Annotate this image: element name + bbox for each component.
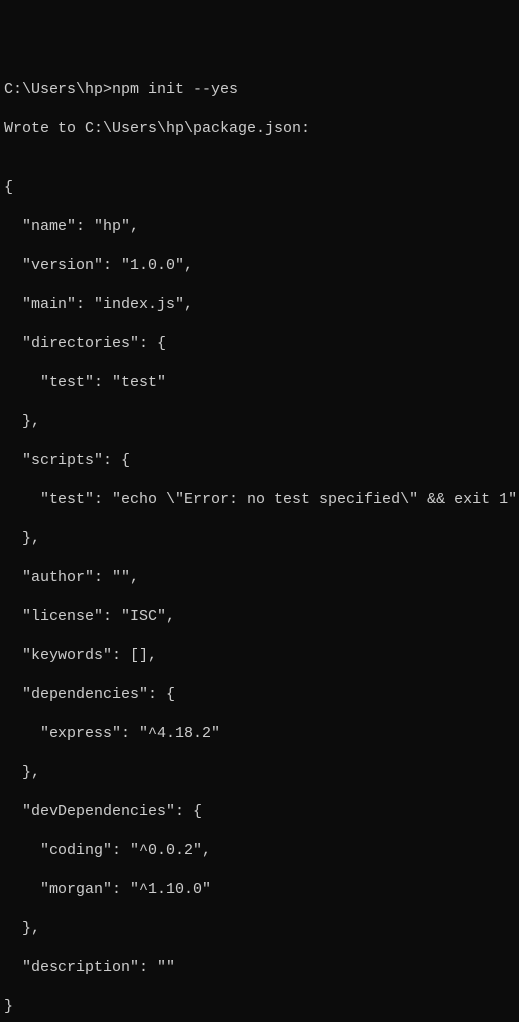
json-main: "main": "index.js", (4, 295, 515, 315)
json-directories-test: "test": "test" (4, 373, 515, 393)
json-scripts-open: "scripts": { (4, 451, 515, 471)
terminal-prompt-line: C:\Users\hp>npm init --yes (4, 80, 515, 100)
terminal-output-wrote: Wrote to C:\Users\hp\package.json: (4, 119, 515, 139)
json-description: "description": "" (4, 958, 515, 978)
json-dependencies-express: "express": "^4.18.2" (4, 724, 515, 744)
json-scripts-test: "test": "echo \"Error: no test specified… (4, 490, 515, 510)
json-devdeps-morgan: "morgan": "^1.10.0" (4, 880, 515, 900)
json-devdeps-open: "devDependencies": { (4, 802, 515, 822)
json-close-brace: } (4, 997, 515, 1017)
json-directories-open: "directories": { (4, 334, 515, 354)
json-keywords: "keywords": [], (4, 646, 515, 666)
json-open-brace: { (4, 178, 515, 198)
json-name: "name": "hp", (4, 217, 515, 237)
json-author: "author": "", (4, 568, 515, 588)
json-dependencies-open: "dependencies": { (4, 685, 515, 705)
json-devdeps-close: }, (4, 919, 515, 939)
json-license: "license": "ISC", (4, 607, 515, 627)
json-dependencies-close: }, (4, 763, 515, 783)
json-directories-close: }, (4, 412, 515, 432)
json-scripts-close: }, (4, 529, 515, 549)
json-version: "version": "1.0.0", (4, 256, 515, 276)
json-devdeps-coding: "coding": "^0.0.2", (4, 841, 515, 861)
